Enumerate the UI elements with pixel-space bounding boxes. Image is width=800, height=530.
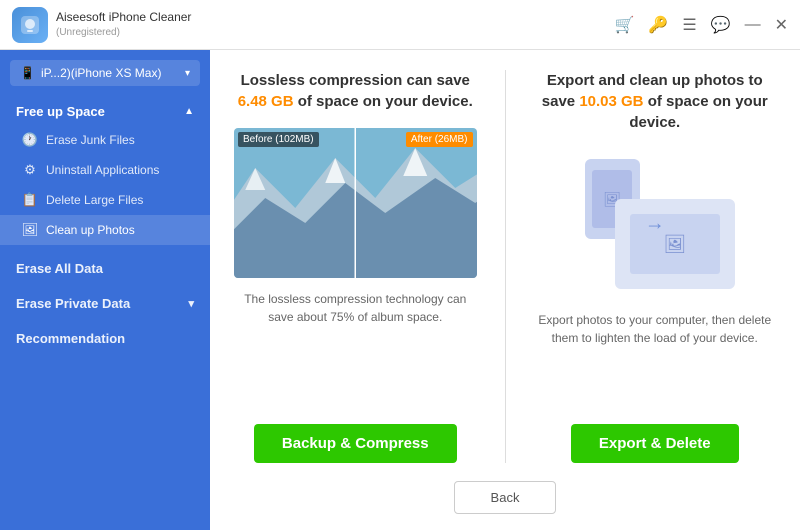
sidebar-section-free-up: Free up Space ▲ 🕐 Erase Junk Files ⚙ Uni… (0, 98, 210, 251)
sidebar: 📱 iP...2)(iPhone XS Max) ▾ Free up Space… (0, 50, 210, 530)
section-arrow-icon: ▲ (184, 106, 194, 117)
transfer-arrow-icon: → (645, 213, 665, 236)
delete-large-label: Delete Large Files (46, 193, 143, 207)
menu-icon[interactable]: ☰ (682, 15, 696, 35)
content-panels: Lossless compression can save 6.48 GB of… (234, 70, 776, 463)
erase-all-label: Erase All Data (16, 261, 103, 276)
photo-on-laptop-icon: 🖼 (663, 234, 686, 255)
clean-photos-label: Clean up Photos (46, 223, 135, 237)
compress-panel-title: Lossless compression can save 6.48 GB of… (234, 70, 477, 112)
sidebar-item-clean-photos[interactable]: 🖼 Clean up Photos (0, 215, 210, 245)
title-bar: Aiseesoft iPhone Cleaner (Unregistered) … (0, 0, 800, 50)
uninstall-apps-label: Uninstall Applications (46, 163, 159, 177)
back-button[interactable]: Back (454, 481, 557, 514)
clean-photos-icon: 🖼 (22, 222, 38, 238)
uninstall-apps-icon: ⚙ (22, 162, 38, 178)
content-area: Lossless compression can save 6.48 GB of… (210, 50, 800, 530)
window-controls: 🛒 🔑 ☰ 💬 — ✕ (614, 15, 788, 35)
export-description: Export photos to your computer, then del… (534, 311, 777, 347)
chevron-down-private-icon: ▾ (188, 297, 194, 310)
bottom-bar: Back (234, 463, 776, 514)
sidebar-item-delete-large[interactable]: 📋 Delete Large Files (0, 185, 210, 215)
sidebar-item-erase-private[interactable]: Erase Private Data ▾ (0, 286, 210, 321)
sidebar-item-uninstall-apps[interactable]: ⚙ Uninstall Applications (0, 155, 210, 185)
erase-private-label: Erase Private Data (16, 296, 130, 311)
device-selector[interactable]: 📱 iP...2)(iPhone XS Max) ▾ (10, 60, 200, 86)
main-container: 📱 iP...2)(iPhone XS Max) ▾ Free up Space… (0, 50, 800, 530)
device-label: iP...2)(iPhone XS Max) (41, 66, 162, 80)
erase-junk-label: Erase Junk Files (46, 133, 135, 147)
sidebar-item-recommendation[interactable]: Recommendation (0, 321, 210, 356)
recommendation-label: Recommendation (16, 331, 125, 346)
app-logo (12, 7, 48, 43)
close-button[interactable]: ✕ (775, 15, 788, 35)
sidebar-item-erase-all[interactable]: Erase All Data (0, 251, 210, 286)
panel-divider (505, 70, 506, 463)
before-after-image: Before (102MB) After (26MB) (234, 128, 477, 278)
export-panel-title: Export and clean up photos to save 10.03… (534, 70, 777, 133)
phone-icon: 📱 (20, 66, 35, 80)
app-title-text: Aiseesoft iPhone Cleaner (Unregistered) (56, 10, 191, 39)
erase-junk-icon: 🕐 (22, 132, 38, 148)
delete-large-icon: 📋 (22, 192, 38, 208)
chevron-down-icon: ▾ (185, 68, 190, 79)
key-icon[interactable]: 🔑 (648, 15, 668, 35)
compress-description: The lossless compression technology can … (234, 290, 477, 326)
laptop-screen: 🖼 (630, 214, 720, 274)
cart-icon[interactable]: 🛒 (614, 15, 634, 35)
free-up-label: Free up Space (16, 104, 105, 119)
before-label: Before (102MB) (238, 132, 319, 147)
minimize-button[interactable]: — (745, 16, 761, 34)
sidebar-item-erase-junk[interactable]: 🕐 Erase Junk Files (0, 125, 210, 155)
laptop-shape: 🖼 (615, 199, 735, 289)
chat-icon[interactable]: 💬 (711, 15, 731, 35)
export-delete-button[interactable]: Export & Delete (571, 424, 739, 463)
after-label: After (26MB) (406, 132, 473, 147)
export-illustration: 🖼 → 🖼 (565, 149, 745, 299)
app-branding: Aiseesoft iPhone Cleaner (Unregistered) (12, 7, 191, 43)
compress-panel: Lossless compression can save 6.48 GB of… (234, 70, 477, 463)
free-up-header[interactable]: Free up Space ▲ (0, 98, 210, 125)
backup-compress-button[interactable]: Backup & Compress (254, 424, 457, 463)
export-panel: Export and clean up photos to save 10.03… (534, 70, 777, 463)
